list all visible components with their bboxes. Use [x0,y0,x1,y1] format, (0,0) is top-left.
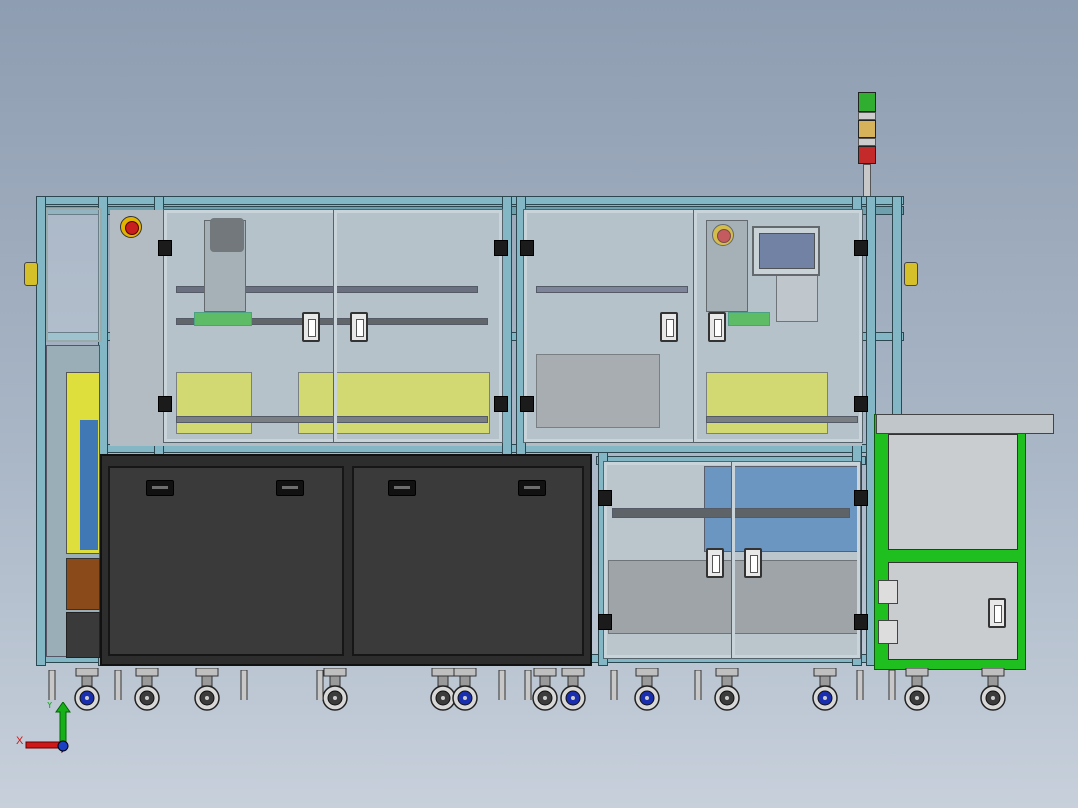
leveling-foot-icon [524,670,532,700]
emergency-stop-icon[interactable] [120,216,142,238]
stack-light-icon [858,92,876,198]
leveling-foot-icon [48,670,56,700]
hinge [494,240,508,256]
leveling-foot-icon [114,670,122,700]
hinge [158,240,172,256]
hinge [494,396,508,412]
drawer-handle[interactable] [146,480,174,496]
hinge [854,240,868,256]
hinge [598,490,612,506]
caster-wheel-icon [904,668,930,711]
side-indicator-left [24,262,38,286]
door-handle[interactable] [350,312,368,342]
caster-wheel-icon [634,668,660,711]
door-handle[interactable] [988,598,1006,628]
caster-wheel-icon [812,668,838,711]
hinge [158,396,172,412]
caster-wheel-icon [980,668,1006,711]
caster-wheel-icon [714,668,740,711]
side-cabinet-top [876,414,1054,434]
leveling-foot-icon [694,670,702,700]
door-handle[interactable] [706,548,724,578]
leveling-foot-icon [888,670,896,700]
axis-y-label: Y [46,702,54,711]
caster-wheel-icon [134,668,160,711]
caster-wheel-icon [452,668,478,711]
axis-triad-icon: X Y [16,702,71,754]
axis-x-label: X [16,735,24,747]
hinge [598,614,612,630]
side-cabinet-panel-upper [888,434,1018,550]
left-side-panel [46,208,102,342]
hinge [854,614,868,630]
hinge [520,396,534,412]
leveling-foot-icon [610,670,618,700]
caster-wheel-icon [194,668,220,711]
leveling-foot-icon [240,670,248,700]
door-handle[interactable] [744,548,762,578]
drawer-right[interactable] [352,466,584,656]
hinge [854,396,868,412]
hinge [520,240,534,256]
caster-wheel-icon [560,668,586,711]
drawer-left[interactable] [108,466,344,656]
leveling-foot-icon [316,670,324,700]
door-handle[interactable] [302,312,320,342]
side-indicator-right [904,262,918,286]
door-handle[interactable] [708,312,726,342]
drawer-handle[interactable] [276,480,304,496]
drawer-handle[interactable] [388,480,416,496]
drawer-handle[interactable] [518,480,546,496]
door-handle[interactable] [660,312,678,342]
hinge [854,490,868,506]
leveling-foot-icon [498,670,506,700]
leveling-foot-icon [856,670,864,700]
